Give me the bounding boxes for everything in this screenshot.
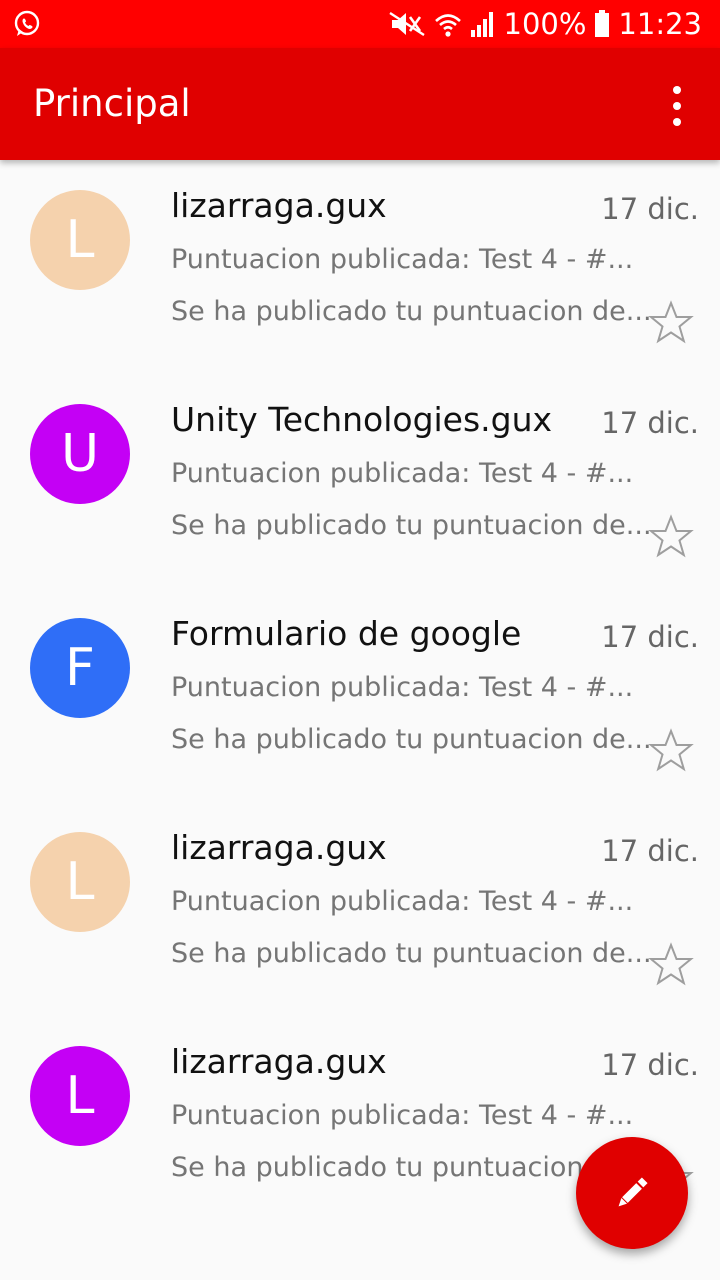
email-snippet: Se ha publicado tu puntuacion de...: [171, 296, 652, 327]
star-icon[interactable]: [648, 942, 694, 988]
avatar[interactable]: L: [30, 1046, 130, 1146]
email-subject: Puntuacion publicada: Test 4 - #...: [171, 886, 634, 917]
more-vertical-icon[interactable]: [662, 86, 692, 126]
email-date: 17 dic.: [601, 620, 699, 654]
email-date: 17 dic.: [601, 1048, 699, 1082]
compose-button[interactable]: [576, 1137, 688, 1249]
email-row[interactable]: L lizarraga.gux 17 dic. Puntuacion publi…: [0, 802, 720, 1016]
mute-icon: [388, 11, 425, 37]
email-sender: lizarraga.gux: [171, 1042, 387, 1081]
wifi-icon: [434, 14, 461, 37]
signal-icon: [470, 12, 493, 37]
pencil-icon: [618, 1177, 648, 1207]
star-icon[interactable]: [648, 514, 694, 560]
email-subject: Puntuacion publicada: Test 4 - #...: [171, 244, 634, 275]
email-date: 17 dic.: [601, 192, 699, 226]
star-icon[interactable]: [648, 728, 694, 774]
email-subject: Puntuacion publicada: Test 4 - #...: [171, 1100, 634, 1131]
email-sender: lizarraga.gux: [171, 186, 387, 225]
email-snippet: Se ha publicado tu puntuacion de...: [171, 510, 652, 541]
battery-icon: [595, 10, 610, 37]
avatar[interactable]: L: [30, 190, 130, 290]
email-snippet: Se ha publicado tu puntuacion de...: [171, 938, 652, 969]
email-sender: lizarraga.gux: [171, 828, 387, 867]
avatar[interactable]: L: [30, 832, 130, 932]
email-row[interactable]: F Formulario de google 17 dic. Puntuacio…: [0, 588, 720, 802]
email-sender: Unity Technologies.gux: [171, 400, 553, 439]
email-snippet: Se ha publicado tu puntuacion de...: [171, 724, 652, 755]
avatar[interactable]: F: [30, 618, 130, 718]
email-date: 17 dic.: [601, 834, 699, 868]
email-subject: Puntuacion publicada: Test 4 - #...: [171, 672, 634, 703]
app-bar: Principal: [0, 48, 720, 160]
status-bar: 100% 11:23: [0, 0, 720, 48]
avatar[interactable]: U: [30, 404, 130, 504]
email-sender: Formulario de google: [171, 614, 522, 653]
email-list: L lizarraga.gux 17 dic. Puntuacion publi…: [0, 160, 720, 1230]
page-title: Principal: [33, 82, 191, 125]
email-date: 17 dic.: [601, 406, 699, 440]
whatsapp-icon: [14, 10, 40, 36]
battery-percent: 100%: [503, 7, 587, 41]
email-subject: Puntuacion publicada: Test 4 - #...: [171, 458, 634, 489]
clock: 11:23: [618, 7, 702, 41]
email-row[interactable]: U Unity Technologies.gux 17 dic. Puntuac…: [0, 374, 720, 588]
star-icon[interactable]: [648, 300, 694, 346]
email-row[interactable]: L lizarraga.gux 17 dic. Puntuacion publi…: [0, 160, 720, 374]
